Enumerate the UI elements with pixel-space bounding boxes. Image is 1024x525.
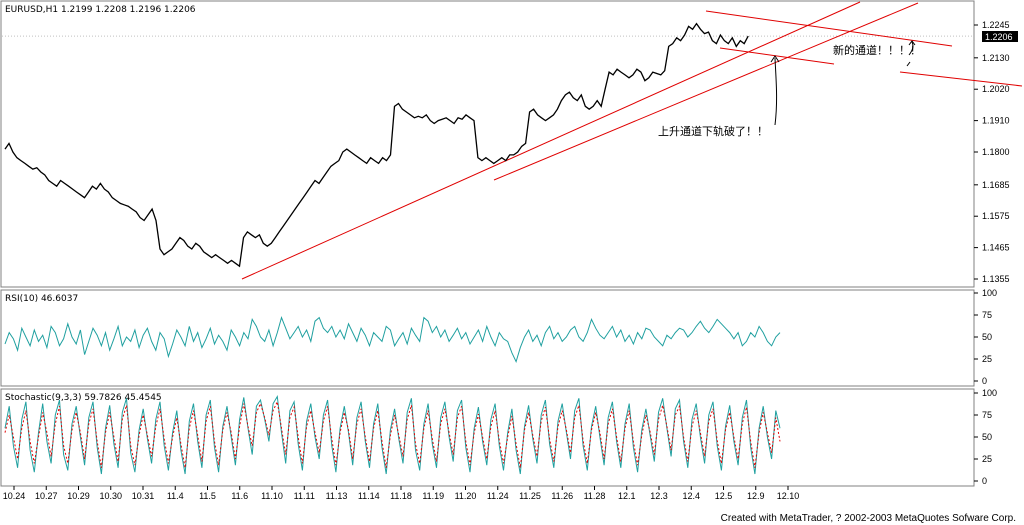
rsi-title: RSI(10) 46.6037 bbox=[5, 294, 78, 304]
rsi-panel bbox=[0, 289, 975, 387]
rsi-line bbox=[4, 316, 781, 363]
rsi-y-tick: 25 bbox=[982, 354, 992, 364]
rsi-y-tick: 100 bbox=[982, 288, 997, 298]
price-y-tick: 1.2020 bbox=[982, 84, 1010, 94]
rsi-y-axis: 100 75 50 25 0 bbox=[974, 288, 997, 386]
stoch-y-axis: 100 75 50 25 0 bbox=[974, 388, 997, 486]
rsi-y-tick: 0 bbox=[982, 376, 987, 386]
x-tick: 11.24 bbox=[487, 491, 509, 501]
price-y-tick: 1.1575 bbox=[982, 211, 1010, 221]
x-tick: 11.6 bbox=[231, 491, 248, 501]
rsi-series bbox=[4, 316, 781, 363]
price-panel bbox=[0, 0, 975, 288]
x-tick: 11.19 bbox=[422, 491, 444, 501]
x-tick: 11.5 bbox=[199, 491, 216, 501]
x-tick: 12.3 bbox=[650, 491, 668, 501]
rsi-y-tick: 75 bbox=[982, 310, 992, 320]
x-tick: 11.18 bbox=[390, 491, 412, 501]
annotation-break: 上升通道下轨破了！！ bbox=[658, 124, 768, 138]
price-y-tick: 1.1910 bbox=[982, 116, 1010, 126]
x-tick: 10.27 bbox=[35, 491, 58, 501]
price-y-tick: 1.1800 bbox=[982, 147, 1010, 157]
price-series bbox=[4, 22, 749, 268]
stoch-title: Stochastic(9,3,3) 59.7826 45.4545 bbox=[5, 393, 162, 403]
stoch-series bbox=[4, 394, 781, 475]
annotation-new-channel: 新的通道！！！！ bbox=[833, 43, 921, 57]
price-y-tick: 1.1355 bbox=[982, 274, 1010, 284]
price-y-tick: 1.1685 bbox=[982, 180, 1010, 190]
stoch-y-tick: 25 bbox=[982, 454, 992, 464]
stoch-y-tick: 0 bbox=[982, 476, 987, 486]
credit-text: Created with MetaTrader, ? 2002-2003 Met… bbox=[721, 513, 1016, 524]
stoch-signal-line bbox=[4, 400, 781, 468]
price-line bbox=[4, 22, 749, 268]
x-tick: 10.24 bbox=[3, 491, 26, 501]
price-y-tick: 1.2245 bbox=[982, 20, 1010, 30]
x-tick: 11.4 bbox=[167, 491, 184, 501]
x-tick: 11.11 bbox=[294, 491, 315, 501]
price-title: EURUSD,H1 1.2199 1.2208 1.2196 1.2206 bbox=[5, 5, 196, 15]
trendline-rising-upper bbox=[493, 2, 919, 181]
chart: EURUSD,H1 1.2199 1.2208 1.2196 1.2206 RS… bbox=[0, 0, 1023, 524]
stoch-y-tick: 100 bbox=[982, 388, 997, 398]
arrow-tick bbox=[906, 61, 911, 67]
x-tick: 11.13 bbox=[326, 491, 348, 501]
x-tick: 12.4 bbox=[682, 491, 700, 501]
x-tick: 12.9 bbox=[747, 491, 765, 501]
x-tick: 12.1 bbox=[618, 491, 636, 501]
x-tick: 11.10 bbox=[261, 491, 283, 501]
x-tick: 10.31 bbox=[132, 491, 155, 501]
price-y-tick: 1.2130 bbox=[982, 53, 1010, 63]
price-y-tick: 1.1465 bbox=[982, 243, 1010, 253]
current-price-label: 1.2206 bbox=[985, 32, 1013, 42]
x-tick: 11.14 bbox=[358, 491, 380, 501]
trendline-lower-long bbox=[241, 1, 861, 280]
stoch-y-tick: 50 bbox=[982, 432, 992, 442]
x-tick: 11.20 bbox=[455, 491, 477, 501]
x-tick: 11.25 bbox=[519, 491, 541, 501]
x-axis: 10.24 10.27 10.29 10.30 10.31 11.4 11.5 11.6 11.… bbox=[3, 486, 800, 501]
x-tick: 12.10 bbox=[777, 491, 800, 501]
stoch-y-tick: 75 bbox=[982, 410, 992, 420]
rsi-y-tick: 50 bbox=[982, 332, 992, 342]
x-tick: 10.30 bbox=[99, 491, 122, 501]
x-tick: 11.26 bbox=[551, 491, 573, 501]
price-y-axis: 1.2245 1.2130 1.2020 1.1910 1.1800 1.1685 1.15… bbox=[974, 20, 1010, 284]
x-tick: 12.5 bbox=[715, 491, 733, 501]
x-tick: 10.29 bbox=[67, 491, 90, 501]
x-tick: 11.28 bbox=[584, 491, 606, 501]
arrow-break bbox=[774, 57, 778, 126]
